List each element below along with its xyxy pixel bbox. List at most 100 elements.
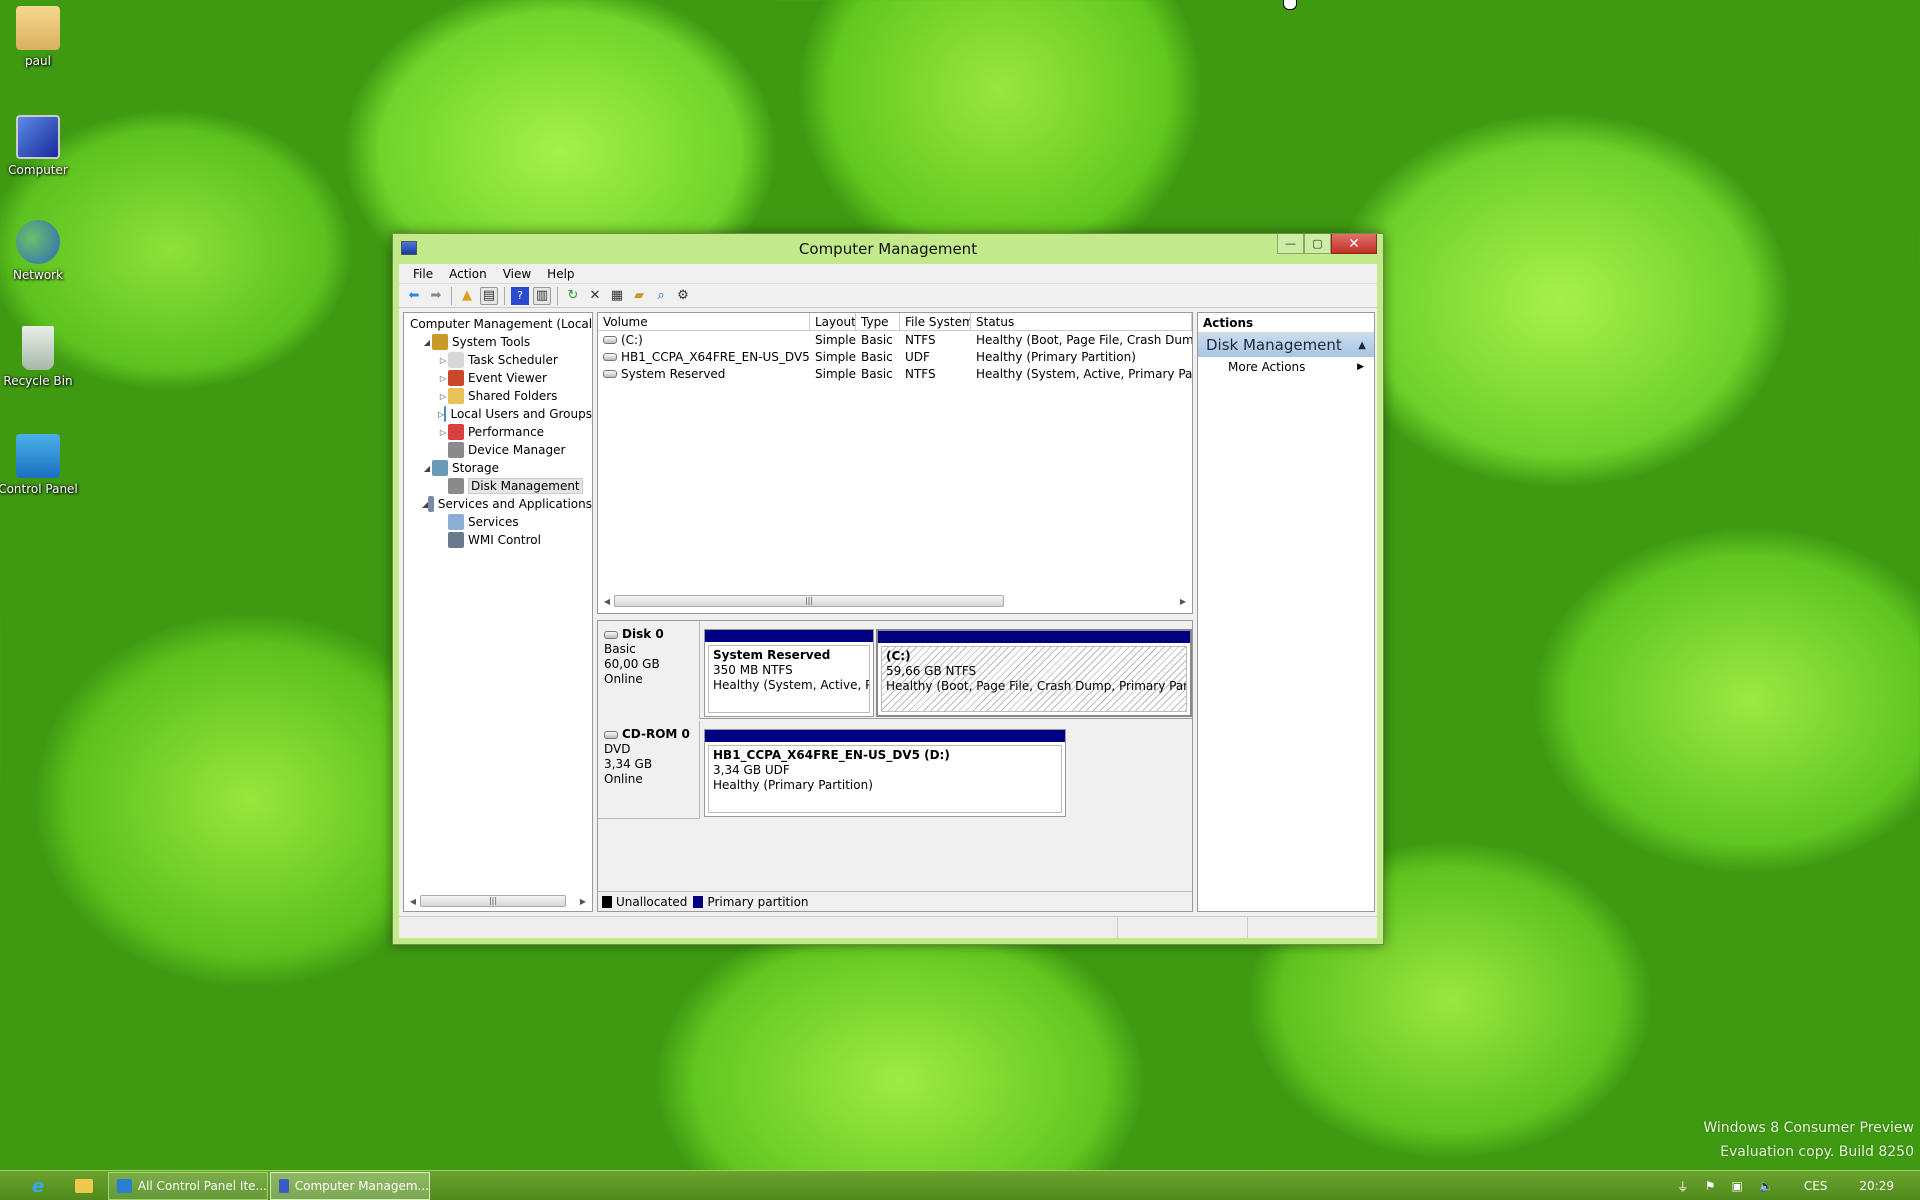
users-icon	[444, 406, 447, 422]
tree-item-computer-management-local[interactable]: Computer Management (Local	[404, 315, 592, 333]
settings-icon[interactable]: ⚙	[674, 287, 692, 305]
properties-icon[interactable]: ▦	[608, 287, 626, 305]
cell-text: UDF	[905, 349, 930, 364]
disk-info[interactable]: Disk 0 Basic 60,00 GB Online	[598, 621, 700, 719]
expand-toggle-icon[interactable]: ▷	[438, 428, 448, 437]
up-folder-icon[interactable]: ▲	[458, 287, 476, 305]
actions-section-disk-management[interactable]: Disk Management ▲	[1198, 333, 1374, 357]
taskbar: e All Control Panel Ite... Computer Mana…	[0, 1170, 1920, 1200]
file-explorer-icon[interactable]	[70, 1175, 98, 1197]
usb-safely-remove-icon[interactable]: ⏚	[1677, 1178, 1689, 1195]
tree-item-event-viewer[interactable]: ▷ Event Viewer	[404, 369, 592, 387]
tree-item-shared-folders[interactable]: ▷ Shared Folders	[404, 387, 592, 405]
desktop-icon-network[interactable]: Network	[0, 220, 78, 282]
window-client: File Action View Help ⬅ ➡ ▲ ▤ ? ▥ ↻ ✕ ▦ …	[399, 264, 1377, 938]
expand-toggle-icon[interactable]: ▷	[438, 392, 448, 401]
input-language[interactable]: CES	[1804, 1179, 1828, 1193]
forward-icon[interactable]: ➡	[427, 287, 445, 305]
maximize-button[interactable]: ▢	[1304, 234, 1331, 254]
tree-item-performance[interactable]: ▷ Performance	[404, 423, 592, 441]
cell-text: NTFS	[905, 366, 936, 381]
volume-drive-icon	[603, 336, 617, 344]
disk-info[interactable]: CD-ROM 0 DVD 3,34 GB Online	[598, 721, 700, 819]
back-icon[interactable]: ⬅	[405, 287, 423, 305]
tree-item-storage[interactable]: ◢ Storage	[404, 459, 592, 477]
title-bar[interactable]: Computer Management — ▢ ✕	[393, 234, 1383, 264]
clock[interactable]: 20:29	[1859, 1179, 1894, 1193]
cell-volume: System Reserved	[598, 367, 810, 381]
scroll-left-arrow-icon[interactable]: ◀	[600, 597, 614, 606]
section-label: Disk Management	[1206, 336, 1342, 354]
partition-d[interactable]: HB1_CCPA_X64FRE_EN-US_DV5 (D:) 3,34 GB U…	[704, 729, 1066, 817]
column-volume[interactable]: Volume	[598, 313, 810, 330]
search-icon[interactable]: ⌕	[652, 287, 670, 305]
volume-icon[interactable]: 🔈	[1759, 1179, 1774, 1193]
tree-horizontal-scrollbar[interactable]: ◀ ||| ▶	[406, 893, 590, 909]
cell-text: Basic	[861, 349, 893, 364]
menu-view[interactable]: View	[495, 267, 539, 281]
desktop-icon-control-panel[interactable]: Control Panel	[0, 434, 78, 496]
expand-toggle-icon[interactable]: ◢	[422, 338, 432, 347]
tree-item-device-manager[interactable]: Device Manager	[404, 441, 592, 459]
expand-toggle-icon[interactable]: ▷	[438, 374, 448, 383]
tree-item-disk-management[interactable]: Disk Management	[404, 477, 592, 495]
column-type[interactable]: Type	[856, 313, 900, 330]
toolbar-separator	[451, 286, 452, 305]
tree-item-services[interactable]: Services	[404, 513, 592, 531]
desktop-icon-paul[interactable]: paul	[0, 6, 78, 68]
mouse-cursor-icon	[1283, 0, 1297, 10]
delete-icon[interactable]: ✕	[586, 287, 604, 305]
refresh-icon[interactable]: ↻	[564, 287, 582, 305]
scroll-left-arrow-icon[interactable]: ◀	[406, 897, 420, 906]
menu-help[interactable]: Help	[539, 267, 582, 281]
column-layout[interactable]: Layout	[810, 313, 856, 330]
taskbar-button-computer-management[interactable]: Computer Managem...	[270, 1172, 430, 1200]
network-status-icon[interactable]: ▣	[1732, 1179, 1743, 1193]
cell-text: Healthy (Primary Partition)	[976, 349, 1136, 364]
menu-file[interactable]: File	[405, 267, 441, 281]
scroll-right-arrow-icon[interactable]: ▶	[1176, 597, 1190, 606]
open-folder-icon[interactable]: ▰	[630, 287, 648, 305]
tree-item-task-scheduler[interactable]: ▷ Task Scheduler	[404, 351, 592, 369]
actions-header: Actions	[1198, 313, 1374, 333]
cell-fs: UDF	[900, 350, 971, 364]
expand-toggle-icon[interactable]: ◢	[422, 464, 432, 473]
partition-system-reserved[interactable]: System Reserved 350 MB NTFS Healthy (Sys…	[704, 629, 874, 717]
more-actions-item[interactable]: More Actions ▶	[1198, 357, 1374, 377]
more-actions-label: More Actions	[1228, 360, 1306, 374]
tree-item-local-users-and-groups[interactable]: ▷ Local Users and Groups	[404, 405, 592, 423]
desktop-icon-computer[interactable]: Computer	[0, 115, 78, 177]
volume-row[interactable]: (C:) Simple Basic NTFS Healthy (Boot, Page F…	[598, 331, 1192, 348]
desktop-icon-recycle-bin[interactable]: Recycle Bin	[0, 326, 78, 388]
help-icon[interactable]: ?	[511, 286, 529, 305]
action-center-flag-icon[interactable]: ⚑	[1705, 1179, 1716, 1193]
volume-row[interactable]: HB1_CCPA_X64FRE_EN-US_DV5 (D:) Simple Basi…	[598, 348, 1192, 365]
scrollbar-thumb[interactable]: |||	[614, 595, 1004, 607]
cell-status: Healthy (Boot, Page File, Crash Dump, Pr…	[971, 333, 1192, 347]
tree-item-services-and-applications[interactable]: ◢ Services and Applications	[404, 495, 592, 513]
volume-list-horizontal-scrollbar[interactable]: ◀ ||| ▶	[600, 593, 1190, 609]
tree-item-label: Services and Applications	[437, 497, 592, 511]
show-hide-console-tree-icon[interactable]: ▤	[480, 286, 498, 305]
internet-explorer-icon[interactable]: e	[24, 1175, 52, 1197]
scroll-right-arrow-icon[interactable]: ▶	[576, 897, 590, 906]
column-file-system[interactable]: File System	[900, 313, 971, 330]
column-status[interactable]: Status	[971, 313, 1192, 330]
close-button[interactable]: ✕	[1331, 234, 1377, 254]
tree-item-system-tools[interactable]: ◢ System Tools	[404, 333, 592, 351]
menu-action[interactable]: Action	[441, 267, 495, 281]
partition-c[interactable]: (C:) 59,66 GB NTFS Healthy (Boot, Page F…	[876, 629, 1192, 717]
expand-toggle-icon[interactable]: ▷	[438, 356, 448, 365]
minimize-button[interactable]: —	[1277, 234, 1304, 254]
collapse-arrow-icon[interactable]: ▲	[1358, 340, 1366, 351]
recycle-bin-icon	[22, 326, 54, 370]
disk-name: Disk 0	[622, 627, 664, 641]
cell-type: Basic	[856, 367, 900, 381]
cd-drive-icon	[603, 353, 617, 361]
scrollbar-thumb[interactable]: |||	[420, 895, 566, 907]
taskbar-button-control-panel[interactable]: All Control Panel Ite...	[108, 1172, 268, 1200]
toolbar-separator	[504, 286, 505, 305]
tree-item-wmi-control[interactable]: WMI Control	[404, 531, 592, 549]
show-hide-action-pane-icon[interactable]: ▥	[533, 286, 551, 305]
volume-row[interactable]: System Reserved Simple Basic NTFS Healthy (S…	[598, 365, 1192, 382]
